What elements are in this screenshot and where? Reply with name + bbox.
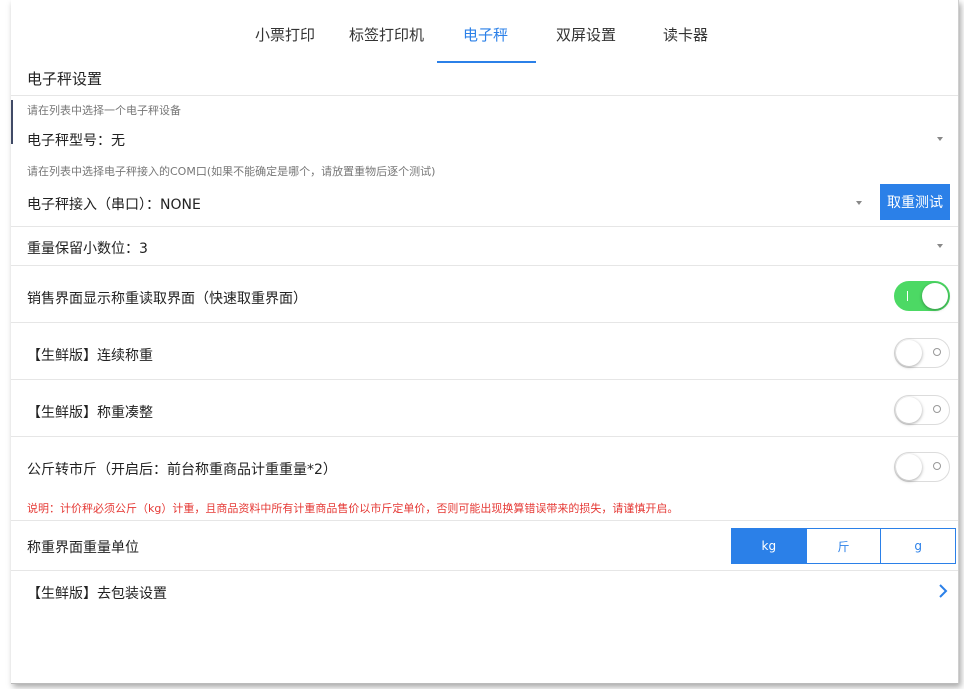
tab-electronic-scale[interactable]: 电子秤: [463, 24, 508, 45]
toggle-off-icon: [933, 348, 941, 356]
divider: [11, 322, 958, 323]
scale-model-select[interactable]: 电子秤型号：无: [27, 130, 125, 150]
focus-indicator: [11, 100, 13, 144]
toggle-knob: [896, 397, 922, 423]
unit-option-jin[interactable]: 斤: [805, 529, 881, 563]
unit-option-g[interactable]: g: [880, 529, 956, 563]
scale-port-hint: 请在列表中选择电子秤接入的COM口(如果不能确定是哪个，请放置重物后逐个测试): [27, 165, 436, 178]
weight-unit-segmented-control: kg 斤 g: [731, 528, 956, 564]
tab-bar: 小票打印 标签打印机 电子秤 双屏设置 读卡器: [11, 0, 958, 63]
packaging-settings-item[interactable]: 【生鲜版】去包装设置: [27, 583, 167, 603]
divider: [11, 265, 958, 266]
continuous-weigh-label: 【生鲜版】连续称重: [27, 348, 153, 364]
continuous-weigh-toggle[interactable]: [894, 338, 950, 368]
toggle-knob: [896, 340, 922, 366]
tab-dual-screen[interactable]: 双屏设置: [556, 24, 616, 45]
kg-to-jin-warning: 说明：计价秤必须公斤（kg）计重，且商品资料中所有计重商品售价以市斤定单价，否则…: [27, 502, 679, 515]
settings-panel: 小票打印 标签打印机 电子秤 双屏设置 读卡器 电子秤设置 请在列表中选择一个电…: [11, 0, 959, 684]
weigh-rounding-toggle[interactable]: [894, 395, 950, 425]
tab-card-reader[interactable]: 读卡器: [663, 24, 708, 45]
weigh-rounding-label: 【生鲜版】称重凑整: [27, 405, 153, 421]
kg-to-jin-toggle[interactable]: [894, 452, 950, 482]
caret-down-icon[interactable]: [937, 137, 943, 141]
divider: [11, 520, 958, 521]
active-tab-indicator: [437, 61, 536, 63]
toggle-knob: [896, 454, 922, 480]
tab-label-printer[interactable]: 标签打印机: [349, 24, 424, 45]
scale-port-select[interactable]: 电子秤接入（串口）：NONE: [27, 194, 201, 214]
section-title: 电子秤设置: [27, 70, 103, 88]
unit-option-kg[interactable]: kg: [732, 529, 806, 563]
quick-weigh-screen-label: 销售界面显示称重读取界面（快速取重界面）: [27, 291, 307, 307]
decimal-places-select[interactable]: 重量保留小数位：3: [27, 238, 148, 258]
divider: [11, 436, 958, 437]
divider: [11, 226, 958, 227]
toggle-knob: [922, 283, 948, 309]
weight-unit-label: 称重界面重量单位: [27, 540, 139, 556]
caret-down-icon[interactable]: [937, 244, 943, 248]
divider: [11, 95, 958, 96]
divider: [11, 379, 958, 380]
scale-model-hint: 请在列表中选择一个电子秤设备: [27, 104, 181, 117]
quick-weigh-screen-toggle[interactable]: [894, 281, 950, 311]
weigh-test-button[interactable]: 取重测试: [880, 184, 950, 220]
toggle-on-icon: [907, 291, 908, 301]
tab-receipt-print[interactable]: 小票打印: [255, 24, 315, 45]
toggle-off-icon: [933, 462, 941, 470]
kg-to-jin-label: 公斤转市斤（开启后：前台称重商品计重重量*2）: [27, 462, 337, 478]
toggle-off-icon: [933, 405, 941, 413]
divider: [11, 570, 958, 571]
chevron-right-icon[interactable]: [938, 583, 948, 599]
caret-down-icon[interactable]: [856, 201, 862, 205]
